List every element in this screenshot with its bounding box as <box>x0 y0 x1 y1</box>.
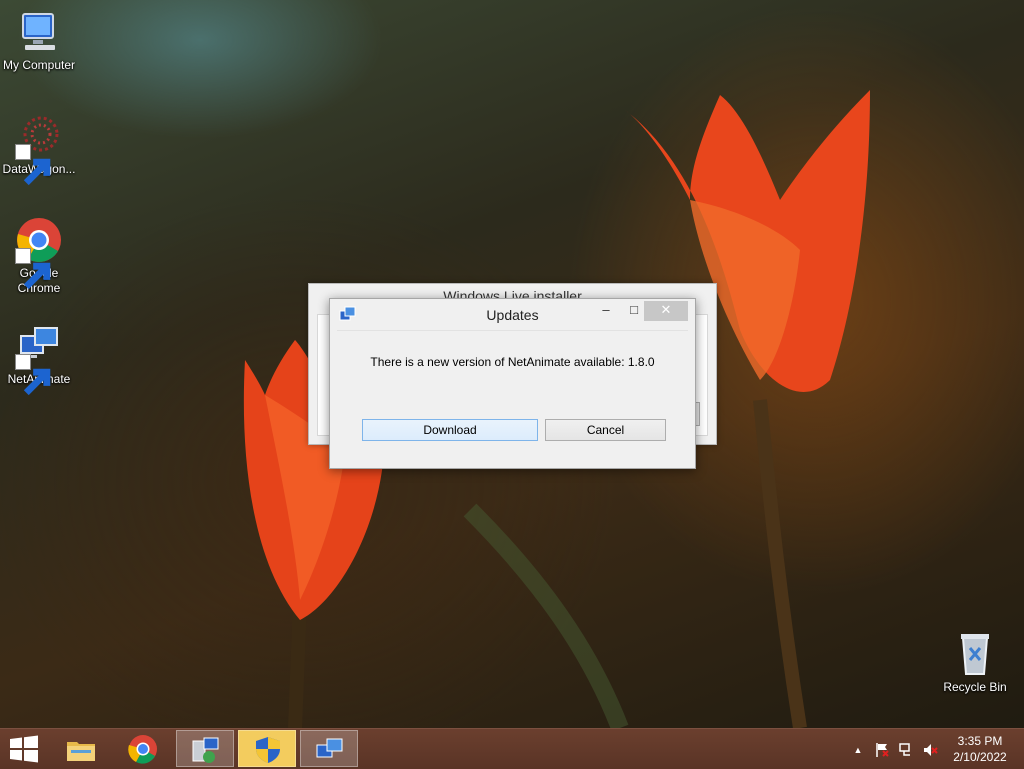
desktop-icon-datawagon[interactable]: DataWagon... <box>0 112 78 186</box>
show-hidden-icons-icon[interactable]: ▲ <box>850 742 866 758</box>
desktop-icon-my-computer[interactable]: My Computer <box>0 8 78 73</box>
shortcut-arrow-icon <box>15 248 51 290</box>
uac-shield-icon <box>256 737 280 763</box>
taskbar-chrome[interactable] <box>114 730 172 767</box>
desktop-icon-label: My Computer <box>2 58 76 72</box>
file-explorer-icon <box>67 742 95 761</box>
clock-time: 3:35 PM <box>957 734 1003 748</box>
action-center-flag-icon[interactable] <box>874 742 890 758</box>
cancel-button[interactable]: Cancel <box>545 419 666 441</box>
updates-dialog[interactable]: Updates – □ ✕ There is a new version of … <box>329 298 696 469</box>
system-clock[interactable]: 3:35 PM 2/10/2022 <box>948 733 1012 765</box>
netanimate-icon <box>316 738 343 758</box>
chrome-icon <box>128 735 157 764</box>
computer-icon <box>15 8 63 56</box>
update-message: There is a new version of NetAnimate ava… <box>370 355 655 369</box>
shortcut-arrow-icon <box>15 354 51 396</box>
windows-start-icon[interactable] <box>8 735 40 763</box>
minimize-button[interactable]: – <box>592 301 620 321</box>
taskbar-installer[interactable] <box>176 730 234 767</box>
taskbar-file-explorer[interactable] <box>52 730 110 767</box>
desktop-icon-google-chrome[interactable]: Google Chrome <box>0 216 78 296</box>
taskbar: ▲ 3:35 PM 2/10/2022 <box>0 728 1024 769</box>
taskbar-uac-prompt[interactable] <box>238 730 296 767</box>
desktop-icon-netanimate[interactable]: NetAnimate <box>0 322 78 396</box>
recycle-bin-icon <box>951 630 999 678</box>
clock-date: 2/10/2022 <box>953 750 1007 764</box>
dialog-titlebar[interactable]: Updates – □ ✕ <box>330 299 695 329</box>
close-button[interactable]: ✕ <box>644 301 688 321</box>
datawagon-icon <box>15 112 63 186</box>
dialog-body: There is a new version of NetAnimate ava… <box>337 330 688 462</box>
netanimate-icon <box>15 322 63 396</box>
volume-muted-icon[interactable] <box>922 742 938 758</box>
network-icon[interactable] <box>898 742 914 758</box>
desktop-icon-label: Recycle Bin <box>943 680 1007 694</box>
taskbar-netanimate[interactable] <box>300 730 358 767</box>
shortcut-arrow-icon <box>15 144 51 186</box>
download-button[interactable]: Download <box>362 419 538 441</box>
installer-icon <box>192 737 219 763</box>
chrome-icon <box>15 216 63 290</box>
desktop-icon-recycle-bin[interactable]: Recycle Bin <box>936 630 1014 695</box>
